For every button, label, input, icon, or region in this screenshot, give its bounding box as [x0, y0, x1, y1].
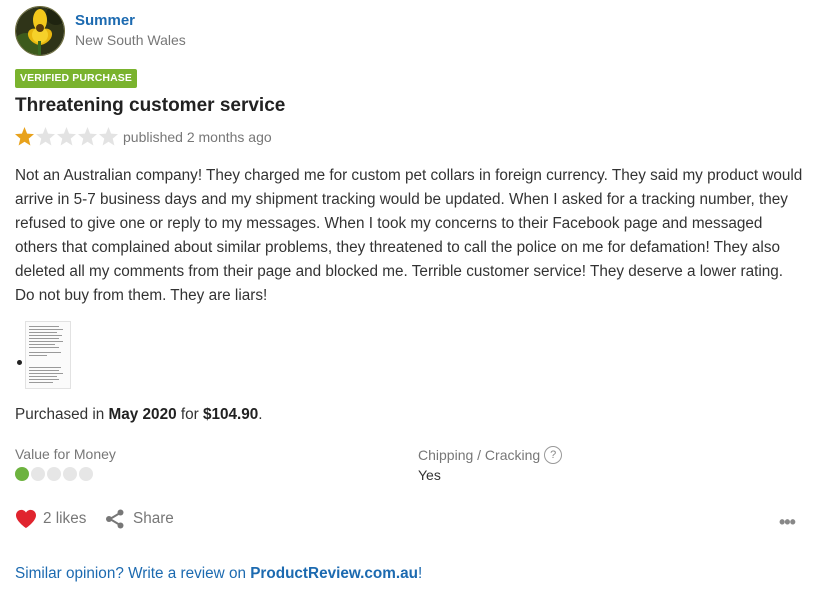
review-title: Threatening customer service — [15, 95, 286, 116]
rating-dot-empty — [31, 467, 45, 481]
image-attachment-icon — [29, 326, 63, 383]
rating-dot-empty — [63, 467, 77, 481]
bullet-dot — [17, 360, 22, 365]
cta-suffix: ! — [417, 565, 423, 582]
rating-dot-filled — [15, 467, 29, 481]
star-empty-icon — [57, 127, 76, 146]
attachment-thumbnail[interactable] — [25, 321, 71, 389]
chipping-cracking-label: Chipping / Cracking — [418, 447, 541, 463]
likes-count: 2 likes — [43, 510, 87, 527]
author-location: New South Wales — [75, 32, 186, 48]
help-icon[interactable]: ? — [544, 446, 563, 464]
rating-dot-empty — [79, 467, 93, 481]
value-for-money-rating — [15, 467, 95, 481]
purchase-for: for — [180, 406, 199, 423]
purchase-price: $104.90 — [202, 406, 259, 423]
cta-text: Similar opinion? Write a review on — [15, 565, 246, 582]
like-button[interactable]: 2 likes — [15, 509, 86, 529]
purchase-suffix: . — [258, 406, 263, 423]
share-label: Share — [133, 510, 174, 527]
star-rating — [14, 126, 119, 147]
author-name[interactable]: Summer — [75, 12, 135, 29]
chipping-cracking: Chipping / Cracking ? — [418, 446, 563, 464]
purchase-prefix: Purchased in — [15, 406, 105, 423]
verified-purchase-badge: VERIFIED PURCHASE — [15, 69, 137, 88]
chipping-cracking-value: Yes — [418, 467, 441, 483]
published-date: published 2 months ago — [123, 129, 272, 145]
purchase-info: Purchased in May 2020 for $104.90. — [15, 406, 263, 424]
star-filled-icon — [15, 127, 34, 146]
rating-dot-empty — [47, 467, 61, 481]
review-body: Not an Australian company! They charged … — [15, 167, 803, 304]
star-empty-icon — [99, 127, 118, 146]
avatar[interactable] — [15, 6, 65, 56]
heart-icon — [16, 509, 36, 529]
yellow-flower-avatar-icon — [16, 7, 64, 55]
share-icon — [106, 509, 124, 529]
more-options-icon[interactable]: ••• — [779, 512, 796, 533]
write-review-cta: Similar opinion? Write a review on Produ… — [15, 565, 422, 583]
value-for-money-label: Value for Money — [15, 446, 116, 462]
star-empty-icon — [36, 127, 55, 146]
productreview-link[interactable]: ProductReview.com.au — [250, 565, 418, 582]
star-empty-icon — [78, 127, 97, 146]
share-button[interactable]: Share — [105, 509, 174, 529]
purchase-date: May 2020 — [108, 406, 177, 423]
